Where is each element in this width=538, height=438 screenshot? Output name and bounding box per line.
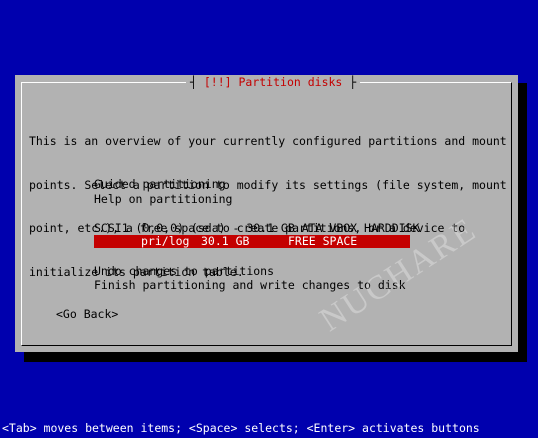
status-bar-help: <Tab> moves between items; <Space> selec… [2,421,480,435]
menu-item-undo-changes[interactable]: Undo changes to partitions [94,264,274,279]
partition-size: 30.1 GB [201,234,250,248]
title-left-bar: ┤ [190,75,197,89]
partition-disks-dialog: ┤ [!!] Partition disks ├ This is an over… [15,75,518,352]
dialog-title: ┤ [!!] Partition disks ├ [186,75,361,90]
menu-item-free-space-selected[interactable]: pri/log 30.1 GB FREE SPACE [94,234,410,248]
dialog-title-text: [!!] Partition disks [203,75,343,89]
intro-line: This is an overview of your currently co… [29,134,507,148]
menu-item-help-on-partitioning[interactable]: Help on partitioning [94,192,232,207]
go-back-button[interactable]: <Go Back> [56,307,118,322]
menu-item-guided-partitioning[interactable]: Guided partitioning [94,177,226,192]
partition-label: FREE SPACE [288,234,358,248]
partition-type: pri/log [141,234,190,248]
title-right-bar: ├ [349,75,357,89]
